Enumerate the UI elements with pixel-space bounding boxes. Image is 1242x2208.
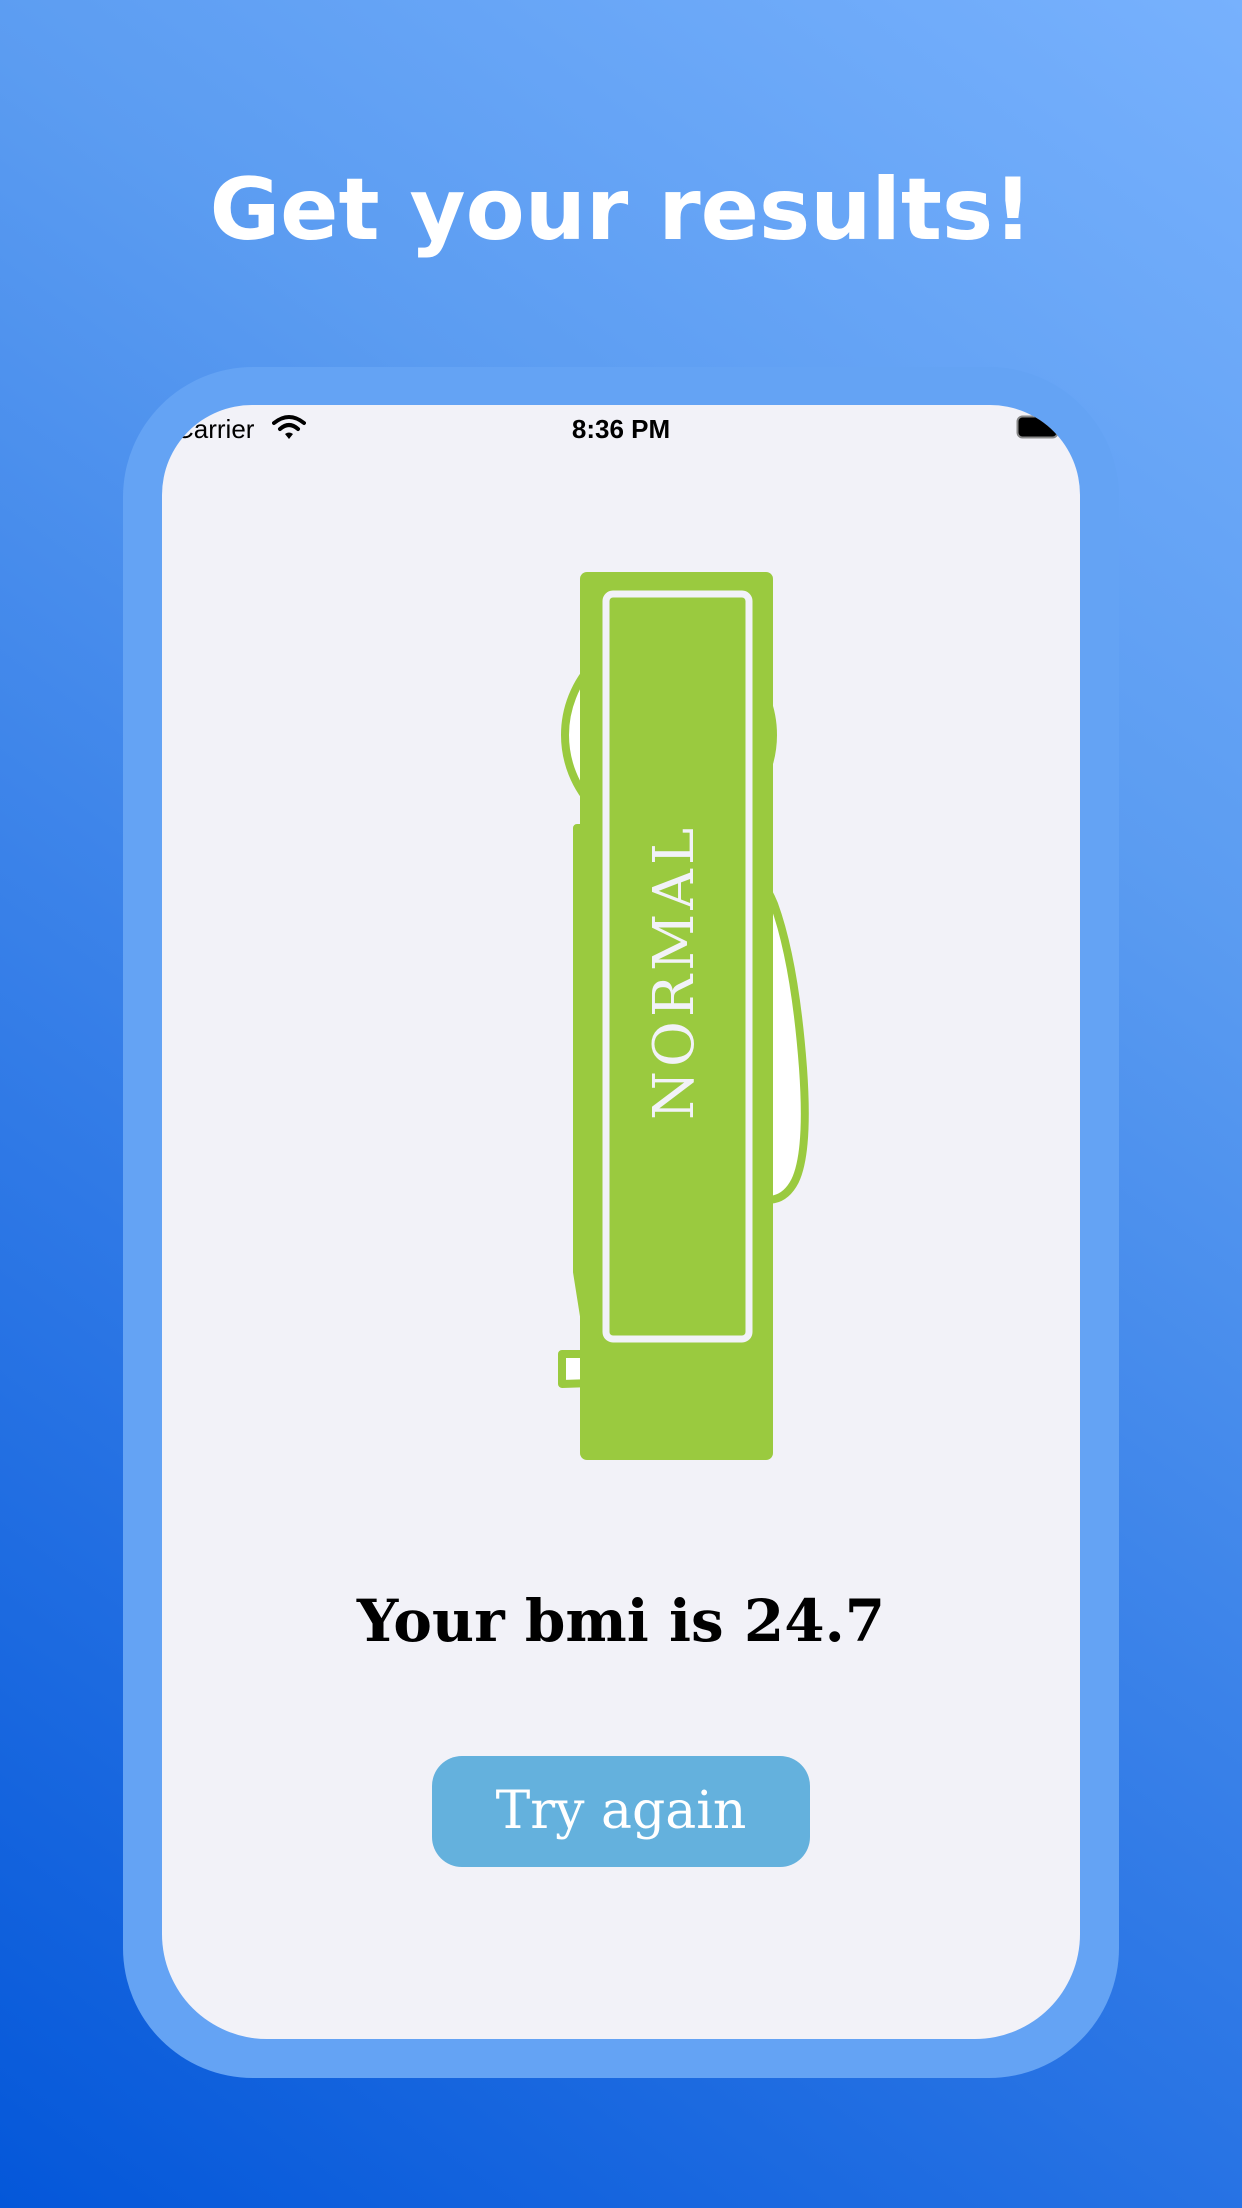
try-again-button[interactable]: Try again (432, 1756, 810, 1867)
category-book: NORMAL (580, 572, 773, 1460)
bmi-result-text: Your bmi is 24.7 (356, 1587, 886, 1655)
bmi-illustration: NORMAL (558, 572, 809, 1460)
page-headline: Get your results! (209, 160, 1033, 260)
status-bar: Carrier 8:36 PM (162, 405, 1080, 455)
status-time: 8:36 PM (571, 414, 671, 444)
app-screen: Carrier 8:36 PM NORMAL Your bmi is 24.7 … (162, 405, 1080, 2039)
battery-icon (1016, 415, 1062, 439)
category-label: NORMAL (642, 824, 707, 1120)
